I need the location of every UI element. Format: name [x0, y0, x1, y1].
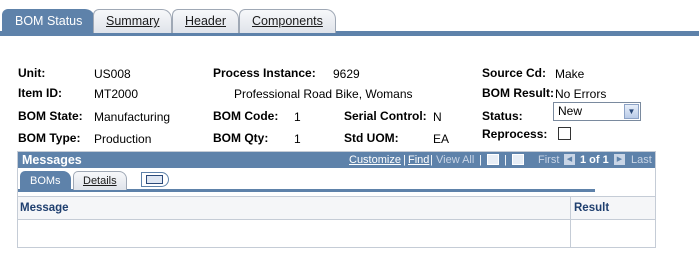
- bom-state-label: BOM State:: [18, 109, 83, 123]
- view-all-link[interactable]: View All: [436, 152, 474, 168]
- find-link[interactable]: Find: [408, 152, 429, 168]
- nav-separator: |: [504, 154, 507, 166]
- unit-label: Unit:: [18, 66, 46, 80]
- chevron-down-icon[interactable]: ▼: [624, 104, 639, 119]
- bom-result-label: BOM Result:: [482, 86, 554, 100]
- bom-qty-label: BOM Qty:: [213, 131, 269, 145]
- item-description: Professional Road Bike, Womans: [234, 87, 413, 101]
- bom-type-label: BOM Type:: [18, 131, 81, 145]
- std-uom-label: Std UOM:: [344, 131, 399, 145]
- row-range: 1 of 1: [580, 154, 609, 166]
- bom-result-value: No Errors: [555, 87, 607, 101]
- bom-code-label: BOM Code:: [213, 109, 279, 123]
- first-link[interactable]: First: [538, 152, 559, 168]
- source-cd-value: Make: [555, 67, 585, 81]
- bom-code-value: 1: [294, 110, 301, 124]
- column-divider: [570, 196, 571, 247]
- messages-grid-header: Messages Customize | Find | View All | |…: [18, 152, 655, 168]
- last-link[interactable]: Last: [631, 152, 652, 168]
- status-select[interactable]: New ▼: [553, 102, 641, 121]
- bom-qty-value: 1: [294, 132, 301, 146]
- messages-grid: Messages Customize | Find | View All | |…: [17, 151, 656, 248]
- unit-value: US008: [94, 67, 131, 81]
- serial-control-value: N: [433, 110, 442, 124]
- table-row: [18, 221, 655, 247]
- grid-column-headers: Message Result: [18, 196, 655, 220]
- item-id-value: MT2000: [94, 87, 139, 101]
- tab-bom-status[interactable]: BOM Status: [2, 9, 96, 34]
- source-cd-label: Source Cd:: [482, 66, 547, 80]
- process-instance-value: 9629: [333, 67, 360, 81]
- tab-components[interactable]: Components: [239, 9, 336, 33]
- show-all-columns-icon[interactable]: [141, 172, 169, 187]
- nav-separator: |: [403, 154, 406, 166]
- serial-control-label: Serial Control:: [344, 109, 427, 123]
- tab-header[interactable]: Header: [172, 9, 239, 33]
- view-grid-icon[interactable]: [487, 154, 499, 165]
- std-uom-value: EA: [433, 132, 450, 146]
- bom-type-value: Production: [94, 132, 152, 146]
- previous-arrow-icon[interactable]: ◀: [564, 154, 575, 165]
- customize-link[interactable]: Customize: [349, 152, 401, 168]
- bom-state-value: Manufacturing: [94, 110, 171, 124]
- process-instance-label: Process Instance:: [213, 66, 316, 80]
- column-header-result[interactable]: Result: [574, 202, 609, 214]
- subtab-details[interactable]: Details: [73, 171, 127, 190]
- nav-separator: |: [479, 154, 482, 166]
- messages-subtabs: BOMs Details: [18, 169, 655, 193]
- item-id-label: Item ID:: [18, 86, 63, 100]
- nav-separator: |: [430, 154, 433, 166]
- show-all-columns-box: [146, 175, 163, 184]
- reprocess-checkbox[interactable]: [558, 127, 571, 140]
- column-header-message[interactable]: Message: [20, 202, 69, 214]
- download-icon[interactable]: [512, 154, 524, 165]
- next-arrow-icon[interactable]: ▶: [614, 154, 625, 165]
- tab-summary[interactable]: Summary: [93, 9, 173, 33]
- subtab-boms[interactable]: BOMs: [20, 171, 71, 190]
- messages-grid-title: Messages: [22, 153, 82, 167]
- page-tabs: BOM Status Summary Header Components: [0, 0, 699, 38]
- status-select-value: New: [558, 104, 583, 118]
- status-label: Status:: [482, 109, 523, 123]
- reprocess-label: Reprocess:: [482, 127, 548, 141]
